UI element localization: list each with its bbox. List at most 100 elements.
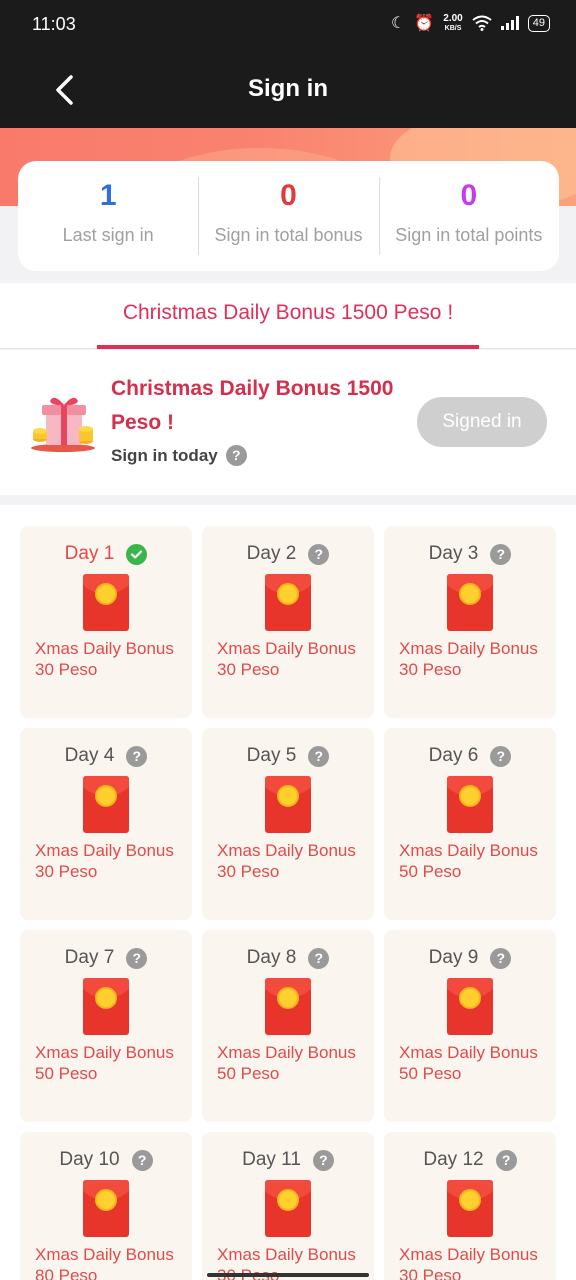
prize-text: Xmas Daily Bonus 30 Peso	[217, 840, 367, 882]
prize-text: Xmas Daily Bonus 50 Peso	[399, 840, 549, 882]
prize-line-2: 30 Peso	[217, 862, 280, 881]
stat-label: Sign in total bonus	[214, 225, 363, 245]
day-card[interactable]: Day 2? Xmas Daily Bonus 30 Peso	[202, 526, 374, 718]
prize-line-2: 50 Peso	[35, 1064, 98, 1083]
prize-line-2: 30 Peso	[399, 660, 462, 679]
day-header: Day 4?	[20, 745, 192, 767]
help-icon[interactable]: ?	[490, 947, 512, 969]
day-card[interactable]: Day 6? Xmas Daily Bonus 50 Peso	[384, 728, 556, 920]
prize-line-2: 50 Peso	[217, 1064, 280, 1083]
network-speed-unit: KB/S	[444, 24, 462, 32]
prize-text: Xmas Daily Bonus 50 Peso	[399, 1042, 549, 1084]
prize-text: Xmas Daily Bonus 30 Peso	[35, 840, 185, 882]
day-grid: Day 1 Xmas Daily Bonus 30 Peso Day 2? Xmas D…	[20, 526, 556, 1280]
stat-total-bonus: 0 Sign in total bonus	[198, 161, 378, 271]
day-header: Day 5?	[202, 745, 374, 767]
help-icon[interactable]: ?	[308, 543, 330, 565]
help-icon[interactable]: ?	[312, 1149, 334, 1171]
nav-bar: Sign in	[0, 52, 576, 128]
red-envelope-icon	[265, 574, 311, 631]
tab-christmas-bonus[interactable]: Christmas Daily Bonus 1500 Peso !	[97, 283, 479, 349]
red-envelope-icon	[83, 574, 129, 631]
day-header: Day 2?	[202, 543, 374, 565]
day-label: Day 8	[246, 947, 297, 968]
day-label: Day 11	[242, 1149, 301, 1170]
red-envelope-icon	[83, 978, 129, 1035]
prize-line-2: 30 Peso	[399, 1266, 462, 1280]
bonus-panel: Christmas Daily Bonus 1500 Peso ! Sign i…	[0, 350, 576, 495]
day-label: Day 10	[59, 1149, 120, 1170]
help-icon[interactable]: ?	[495, 1149, 517, 1171]
day-card[interactable]: Day 8? Xmas Daily Bonus 50 Peso	[202, 930, 374, 1122]
stat-value: 0	[280, 179, 297, 212]
stat-last-sign-in: 1 Last sign in	[18, 161, 198, 271]
day-label: Day 3	[428, 543, 479, 564]
red-envelope-icon	[447, 1180, 493, 1237]
prize-line-1: Xmas Daily Bonus	[217, 1043, 356, 1062]
day-card[interactable]: Day 3? Xmas Daily Bonus 30 Peso	[384, 526, 556, 718]
prize-text: Xmas Daily Bonus 50 Peso	[35, 1042, 185, 1084]
help-icon[interactable]: ?	[490, 745, 512, 767]
day-header: Day 9?	[384, 947, 556, 969]
bonus-title: Christmas Daily Bonus 1500 Peso !	[111, 377, 394, 434]
day-header: Day 8?	[202, 947, 374, 969]
day-grid-area: Day 1 Xmas Daily Bonus 30 Peso Day 2? Xmas D…	[0, 505, 576, 1280]
network-speed-value: 2.00	[443, 12, 463, 24]
day-card[interactable]: Day 1 Xmas Daily Bonus 30 Peso	[20, 526, 192, 718]
prize-line-1: Xmas Daily Bonus	[399, 1043, 538, 1062]
prize-line-1: Xmas Daily Bonus	[35, 1043, 174, 1062]
day-card[interactable]: Day 4? Xmas Daily Bonus 30 Peso	[20, 728, 192, 920]
help-icon[interactable]: ?	[308, 947, 330, 969]
gift-icon	[31, 397, 95, 452]
day-card[interactable]: Day 9? Xmas Daily Bonus 50 Peso	[384, 930, 556, 1122]
help-icon[interactable]: ?	[126, 947, 148, 969]
help-icon[interactable]: ?	[225, 445, 247, 466]
signed-in-button[interactable]: Signed in	[417, 397, 547, 447]
red-envelope-icon	[265, 776, 311, 833]
day-header: Day 1	[20, 543, 192, 565]
help-icon[interactable]: ?	[131, 1149, 153, 1171]
prize-text: Xmas Daily Bonus 30 Peso	[35, 638, 185, 680]
day-label: Day 2	[246, 543, 297, 564]
day-header: Day 12?	[384, 1149, 556, 1171]
red-envelope-icon	[83, 776, 129, 833]
day-header: Day 10?	[20, 1149, 192, 1171]
stat-value: 1	[99, 179, 117, 212]
prize-line-1: Xmas Daily Bonus	[217, 1245, 356, 1264]
stat-label: Sign in total points	[395, 225, 543, 245]
tab-bar: Christmas Daily Bonus 1500 Peso !	[0, 283, 576, 349]
prize-line-1: Xmas Daily Bonus	[399, 639, 538, 658]
prize-line-1: Xmas Daily Bonus	[399, 1245, 538, 1264]
day-header: Day 7?	[20, 947, 192, 969]
prize-text: Xmas Daily Bonus 30 Peso	[217, 638, 367, 680]
help-icon[interactable]: ?	[308, 745, 330, 767]
day-card[interactable]: Day 12? Xmas Daily Bonus 30 Peso	[384, 1132, 556, 1280]
red-envelope-icon	[447, 776, 493, 833]
bonus-subtitle: Sign in today	[111, 445, 218, 465]
help-icon[interactable]: ?	[490, 543, 512, 565]
day-card[interactable]: Day 11?Xmas Daily Bonus30 Peso	[202, 1132, 374, 1280]
battery-icon: 49	[527, 14, 550, 32]
home-indicator	[207, 1273, 369, 1277]
signal-icon	[500, 16, 519, 30]
wifi-icon	[472, 15, 492, 31]
prize-line-1: Xmas Daily Bonus	[399, 841, 538, 860]
day-card[interactable]: Day 7? Xmas Daily Bonus 50 Peso	[20, 930, 192, 1122]
page-title: Sign in	[248, 75, 328, 102]
red-envelope-icon	[83, 1180, 129, 1237]
help-icon[interactable]: ?	[126, 745, 148, 767]
prize-text: Xmas Daily Bonus 50 Peso	[217, 1042, 367, 1084]
prize-line-2: 80 Peso	[35, 1266, 98, 1280]
prize-line-2: 50 Peso	[399, 862, 462, 881]
stats-card: 1 Last sign in 0 Sign in total bonus 0 S…	[18, 161, 559, 271]
bonus-subtitle-row: Sign in today ?	[111, 445, 247, 466]
day-card[interactable]: Day 5? Xmas Daily Bonus 30 Peso	[202, 728, 374, 920]
moon-icon: ☾	[391, 15, 406, 32]
check-icon	[126, 543, 148, 565]
status-icons: ☾ ⏰ 2.00 KB/S 49	[391, 13, 550, 33]
prize-line-1: Xmas Daily Bonus	[217, 841, 356, 860]
day-header: Day 3?	[384, 543, 556, 565]
prize-line-1: Xmas Daily Bonus	[35, 639, 174, 658]
day-card[interactable]: Day 10? Xmas Daily Bonus 80 Peso	[20, 1132, 192, 1280]
prize-line-1: Xmas Daily Bonus	[217, 639, 356, 658]
